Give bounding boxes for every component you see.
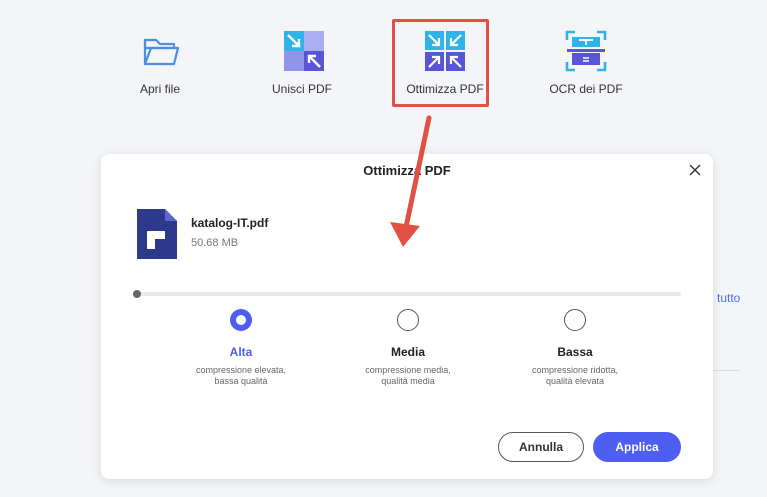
merge-arrows-icon <box>284 31 324 71</box>
option-media-label: Media <box>390 345 425 359</box>
cancel-button[interactable]: Annulla <box>498 432 584 462</box>
option-bassa-label: Bassa <box>557 345 593 359</box>
option-media-desc-line2: qualità media <box>381 376 435 386</box>
ocr-pdf-label: OCR dei PDF <box>549 82 623 96</box>
option-media-desc: compressione media, qualità media <box>333 365 483 387</box>
option-media[interactable]: Media compressione media, qualità media <box>333 309 483 387</box>
close-icon <box>689 164 701 176</box>
apply-button[interactable]: Applica <box>593 432 681 462</box>
option-bassa-desc-line2: qualità elevata <box>545 376 605 386</box>
file-size: 50.68 MB <box>191 237 239 249</box>
option-media-desc-line1: compressione media, <box>365 365 451 375</box>
optimize-pdf-dialog: Ottimizza PDF katalog-IT.pdf 50.68 MB Al… <box>101 154 713 479</box>
ocr-scan-icon <box>565 30 607 72</box>
merge-pdf-button[interactable]: Unisci PDF <box>247 28 357 96</box>
file-name: katalog-IT.pdf <box>191 216 269 230</box>
option-alta[interactable]: Alta compressione elevata, bassa qualità <box>166 309 316 387</box>
ocr-pdf-button[interactable]: OCR dei PDF <box>531 28 641 96</box>
option-bassa-desc-line1: compressione ridotta, <box>531 365 619 375</box>
open-file-label: Apri file <box>139 82 180 96</box>
compression-slider-handle[interactable] <box>133 290 141 298</box>
radio-alta[interactable] <box>230 309 252 331</box>
option-bassa-desc: compressione ridotta, qualità elevata <box>500 365 650 387</box>
compression-slider-track[interactable] <box>136 292 681 296</box>
option-bassa[interactable]: Bassa compressione ridotta, qualità elev… <box>500 309 650 387</box>
dialog-title: Ottimizza PDF <box>363 163 451 178</box>
background-divider <box>712 370 740 371</box>
radio-media[interactable] <box>397 309 419 331</box>
open-file-button[interactable]: Apri file <box>105 28 215 96</box>
option-alta-desc: compressione elevata, bassa qualità <box>166 365 316 387</box>
close-button[interactable] <box>685 160 705 180</box>
folder-icon <box>143 38 180 66</box>
option-alta-desc-line1: compressione elevata, <box>195 365 287 375</box>
radio-bassa[interactable] <box>564 309 586 331</box>
merge-pdf-label: Unisci PDF <box>271 82 332 96</box>
option-alta-label: Alta <box>229 345 253 359</box>
pdf-file-icon <box>137 209 177 259</box>
background-select-all-text: i tutto <box>711 291 741 305</box>
optimize-highlight-box <box>392 19 489 107</box>
option-alta-desc-line2: bassa qualità <box>214 376 268 386</box>
